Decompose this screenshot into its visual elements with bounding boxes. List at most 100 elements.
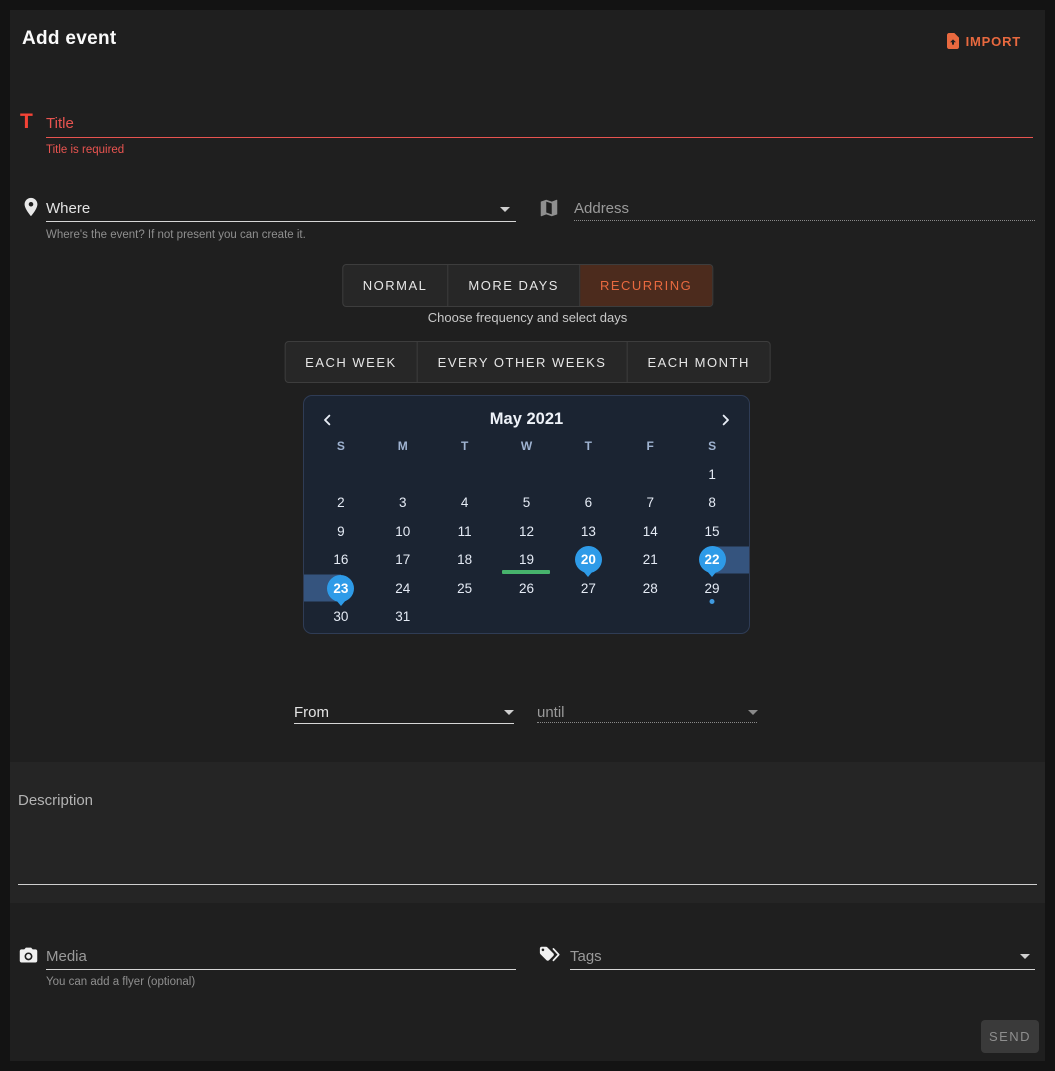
calendar-day-23[interactable]: 23	[310, 574, 372, 603]
frequency-each-month[interactable]: EACH MONTH	[627, 342, 769, 382]
day-number: 16	[333, 552, 348, 567]
calendar-next-month-button[interactable]	[718, 409, 733, 431]
day-number: 26	[519, 581, 534, 596]
day-number: 12	[519, 524, 534, 539]
import-button[interactable]: IMPORT	[945, 32, 1021, 50]
calendar-day-13[interactable]: 13	[557, 517, 619, 546]
day-number: 10	[395, 524, 410, 539]
calendar-day-empty	[557, 603, 619, 632]
where-underline	[46, 221, 516, 222]
calendar-day-6[interactable]: 6	[557, 489, 619, 518]
calendar-day-11[interactable]: 11	[434, 517, 496, 546]
calendar-day-15[interactable]: 15	[681, 517, 743, 546]
page-title: Add event	[22, 28, 117, 50]
calendar-day-17[interactable]: 17	[372, 546, 434, 575]
calendar-day-31[interactable]: 31	[372, 603, 434, 632]
calendar-day-1[interactable]: 1	[681, 460, 743, 489]
where-hint: Where's the event? If not present you ca…	[46, 229, 306, 241]
calendar-day-empty	[434, 603, 496, 632]
calendar-day-25[interactable]: 25	[434, 574, 496, 603]
calendar-day-empty	[619, 603, 681, 632]
frequency-each-week[interactable]: EACH WEEK	[285, 342, 418, 382]
frequency-options: EACH WEEKEVERY OTHER WEEKSEACH MONTH	[284, 341, 771, 383]
selected-day-marker: 23	[327, 575, 354, 602]
weekday-label-1: M	[372, 436, 434, 456]
until-underline	[537, 722, 757, 723]
calendar-day-empty	[310, 460, 372, 489]
calendar-day-16[interactable]: 16	[310, 546, 372, 575]
calendar-day-14[interactable]: 14	[619, 517, 681, 546]
calendar-day-22[interactable]: 22	[681, 546, 743, 575]
day-number: 3	[399, 495, 407, 510]
selected-day-marker: 22	[699, 546, 726, 573]
calendar-day-2[interactable]: 2	[310, 489, 372, 518]
frequency-every-other-weeks[interactable]: EVERY OTHER WEEKS	[418, 342, 628, 382]
calendar-day-27[interactable]: 27	[557, 574, 619, 603]
calendar-day-18[interactable]: 18	[434, 546, 496, 575]
calendar-day-12[interactable]: 12	[496, 517, 558, 546]
day-number: 15	[705, 524, 720, 539]
title-error-text: Title is required	[46, 144, 124, 156]
address-input[interactable]: Address	[574, 200, 629, 217]
calendar-header: May 2021	[304, 408, 749, 434]
import-button-label: IMPORT	[966, 34, 1021, 49]
until-select[interactable]: until	[537, 704, 565, 721]
title-input[interactable]: Title	[46, 115, 74, 132]
media-input[interactable]: Media	[46, 948, 87, 965]
calendar: May 2021 SMTWTFS 12345678910111213141516…	[303, 395, 750, 634]
day-number: 14	[643, 524, 658, 539]
calendar-day-4[interactable]: 4	[434, 489, 496, 518]
day-number: 24	[395, 581, 410, 596]
calendar-day-8[interactable]: 8	[681, 489, 743, 518]
day-number: 31	[395, 609, 410, 624]
calendar-day-20[interactable]: 20	[557, 546, 619, 575]
day-number: 5	[523, 495, 531, 510]
calendar-day-empty	[372, 460, 434, 489]
calendar-day-5[interactable]: 5	[496, 489, 558, 518]
day-number: 28	[643, 581, 658, 596]
calendar-day-empty	[496, 603, 558, 632]
day-number: 9	[337, 524, 345, 539]
location-pin-icon	[20, 196, 42, 218]
import-file-icon	[945, 32, 961, 50]
calendar-day-empty	[681, 603, 743, 632]
calendar-day-7[interactable]: 7	[619, 489, 681, 518]
day-number: 11	[458, 524, 472, 539]
tab-normal[interactable]: NORMAL	[343, 265, 449, 306]
calendar-weekday-row: SMTWTFS	[304, 436, 749, 456]
where-dropdown-arrow-icon[interactable]	[500, 207, 510, 212]
weekday-label-2: T	[434, 436, 496, 456]
description-section: Description	[10, 762, 1045, 903]
calendar-day-10[interactable]: 10	[372, 517, 434, 546]
day-number: 29	[705, 581, 720, 596]
until-dropdown-arrow-icon[interactable]	[748, 710, 758, 715]
calendar-day-9[interactable]: 9	[310, 517, 372, 546]
address-underline	[574, 220, 1035, 221]
day-number: 13	[581, 524, 596, 539]
calendar-day-28[interactable]: 28	[619, 574, 681, 603]
event-type-tabs: NORMALMORE DAYSRECURRING	[342, 264, 713, 307]
where-select[interactable]: Where	[46, 200, 90, 217]
from-select[interactable]: From	[294, 704, 329, 721]
day-number: 1	[708, 467, 716, 482]
calendar-day-24[interactable]: 24	[372, 574, 434, 603]
calendar-day-empty	[619, 460, 681, 489]
tab-more-days[interactable]: MORE DAYS	[448, 265, 580, 306]
tags-dropdown-arrow-icon[interactable]	[1020, 954, 1030, 959]
calendar-day-30[interactable]: 30	[310, 603, 372, 632]
calendar-month-label: May 2021	[304, 410, 749, 429]
tags-select[interactable]: Tags	[570, 948, 602, 965]
day-number: 4	[461, 495, 469, 510]
from-underline	[294, 723, 514, 724]
send-button[interactable]: SEND	[981, 1020, 1039, 1053]
description-input[interactable]: Description	[18, 792, 93, 809]
calendar-day-21[interactable]: 21	[619, 546, 681, 575]
day-number: 21	[643, 552, 658, 567]
from-dropdown-arrow-icon[interactable]	[504, 710, 514, 715]
calendar-day-3[interactable]: 3	[372, 489, 434, 518]
calendar-day-29[interactable]: 29	[681, 574, 743, 603]
title-field-icon: T	[20, 110, 33, 134]
calendar-day-26[interactable]: 26	[496, 574, 558, 603]
tab-recurring[interactable]: RECURRING	[580, 265, 712, 306]
calendar-day-19[interactable]: 19	[496, 546, 558, 575]
